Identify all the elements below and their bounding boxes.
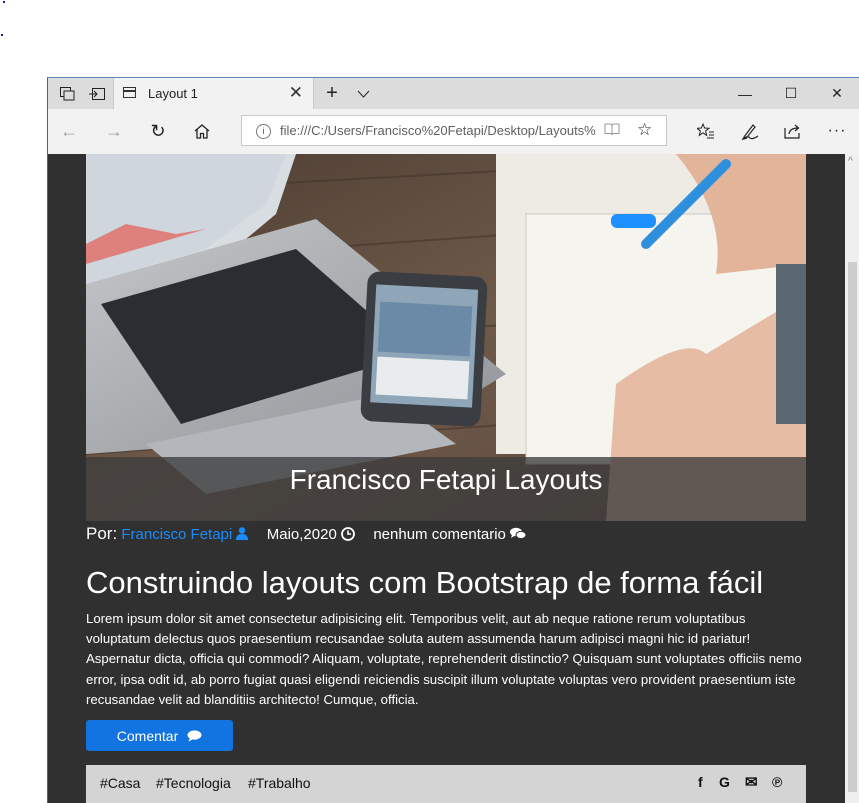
title-bar: Layout 1 ✕ + — ☐ ✕ bbox=[48, 78, 859, 110]
tag-link[interactable]: #Tecnologia bbox=[156, 775, 231, 791]
address-bar[interactable]: i file:///C:/Users/Francisco%20Fetapi/De… bbox=[241, 115, 667, 146]
user-icon bbox=[236, 527, 249, 540]
home-icon[interactable] bbox=[188, 117, 216, 145]
share-icon[interactable] bbox=[779, 117, 807, 145]
new-tab-icon[interactable]: + bbox=[318, 78, 346, 109]
tag-link[interactable]: #Trabalho bbox=[248, 775, 311, 791]
browser-window: Layout 1 ✕ + — ☐ ✕ ← → ↻ i file:///C:/Us… bbox=[47, 77, 859, 803]
navigation-bar: ← → ↻ i file:///C:/Users/Francisco%20Fet… bbox=[48, 109, 859, 154]
set-aside-tabs-icon[interactable] bbox=[84, 78, 110, 109]
tag-link[interactable]: #Casa bbox=[100, 775, 140, 791]
favorites-list-icon[interactable] bbox=[692, 117, 720, 145]
tab-close-icon[interactable]: ✕ bbox=[289, 83, 303, 103]
post-body: Lorem ipsum dolor sit amet consectetur a… bbox=[86, 611, 802, 707]
forward-arrow-icon[interactable]: → bbox=[100, 117, 128, 145]
hero-title: Francisco Fetapi Layouts bbox=[289, 464, 603, 495]
pinterest-icon[interactable]: ℗ bbox=[772, 774, 782, 790]
post-meta: Por: Francisco Fetapi Maio,2020 nenhum c… bbox=[86, 524, 527, 544]
facebook-icon[interactable]: f bbox=[698, 774, 703, 790]
scrollbar-thumb[interactable] bbox=[848, 262, 857, 792]
browser-tab[interactable]: Layout 1 ✕ bbox=[113, 78, 314, 110]
back-arrow-icon[interactable]: ← bbox=[55, 117, 83, 145]
more-options-icon[interactable]: ··· bbox=[823, 117, 851, 145]
stray-dot bbox=[1, 34, 3, 36]
url-text[interactable]: file:///C:/Users/Francisco%20Fetapi/Desk… bbox=[280, 123, 596, 138]
comment-icon bbox=[187, 729, 202, 741]
maximize-button[interactable]: ☐ bbox=[768, 78, 814, 109]
site-info-icon[interactable]: i bbox=[256, 124, 271, 139]
post-headline: Construindo layouts com Bootstrap de for… bbox=[86, 565, 764, 600]
hero-image: Francisco Fetapi Layouts bbox=[86, 154, 806, 521]
tab-manager-icon[interactable] bbox=[54, 78, 80, 109]
comments-count: nenhum comentario bbox=[373, 526, 506, 543]
favorite-star-icon[interactable]: ☆ bbox=[637, 120, 652, 140]
comment-button[interactable]: Comentar bbox=[86, 720, 233, 751]
pen-notes-icon[interactable] bbox=[736, 117, 764, 145]
email-icon[interactable]: ✉ bbox=[745, 773, 758, 791]
page-content: Francisco Fetapi Layouts Por: Francisco … bbox=[48, 154, 859, 803]
by-label: Por: bbox=[86, 524, 118, 543]
reading-view-icon[interactable] bbox=[604, 123, 620, 139]
close-window-button[interactable]: ✕ bbox=[814, 78, 859, 109]
comments-icon bbox=[510, 527, 527, 540]
page-scrollbar[interactable]: ^ bbox=[845, 154, 859, 803]
author-link[interactable]: Francisco Fetapi bbox=[121, 526, 232, 543]
stray-dot bbox=[3, 1, 5, 3]
tab-title: Layout 1 bbox=[148, 86, 198, 101]
comment-button-label: Comentar bbox=[116, 727, 179, 744]
refresh-icon[interactable]: ↻ bbox=[144, 117, 172, 145]
scroll-up-chevron-icon[interactable]: ^ bbox=[848, 156, 853, 167]
page-icon bbox=[123, 87, 136, 98]
tags-bar: #Casa #Tecnologia #Trabalho f G ✉ ℗ bbox=[86, 765, 806, 803]
post-date: Maio,2020 bbox=[266, 526, 337, 543]
google-icon[interactable]: G bbox=[719, 774, 730, 790]
tab-preview-chevron-icon[interactable] bbox=[350, 78, 376, 109]
hero-caption-bar: Francisco Fetapi Layouts bbox=[86, 457, 806, 521]
minimize-button[interactable]: — bbox=[722, 78, 768, 109]
clock-icon bbox=[341, 527, 355, 541]
